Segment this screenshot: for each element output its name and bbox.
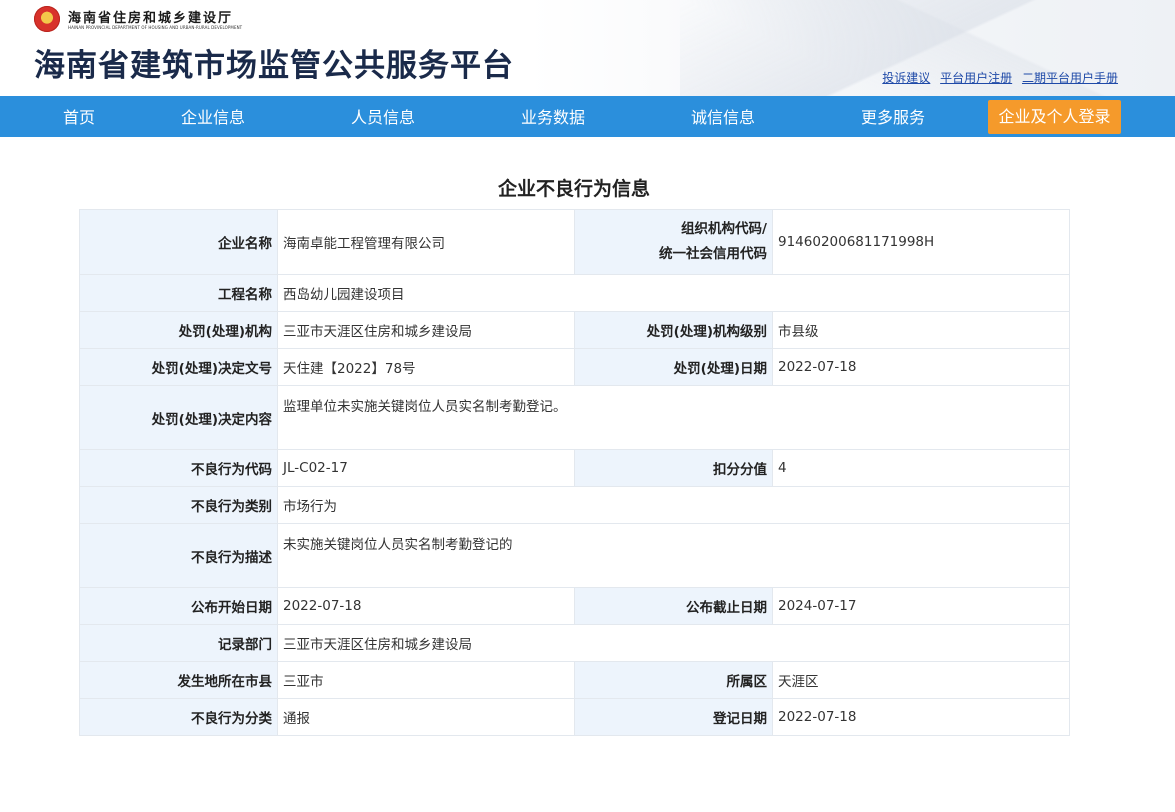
table-row: 发生地所在市县 三亚市 所属区 天涯区: [79, 661, 1070, 699]
field-label: 所属区: [574, 661, 773, 699]
table-row: 工程名称 西岛幼儿园建设项目: [79, 274, 1070, 312]
table-row: 不良行为代码 JL-C02-17 扣分分值 4: [79, 449, 1070, 487]
nav-item-more-services[interactable]: 更多服务: [852, 96, 934, 137]
decision-content-value: 监理单位未实施关键岗位人员实名制考勤登记。: [277, 385, 1070, 450]
table-row: 不良行为类别 市场行为: [79, 486, 1070, 524]
national-emblem-icon: [34, 6, 60, 32]
field-label: 不良行为分类: [79, 698, 278, 736]
register-link[interactable]: 平台用户注册: [940, 71, 1012, 85]
site-title: 海南省建筑市场监管公共服务平台: [34, 48, 514, 84]
manual-link[interactable]: 二期平台用户手册: [1022, 71, 1118, 85]
classification-value: 通报: [277, 698, 575, 736]
field-label: 不良行为类别: [79, 486, 278, 524]
city-value: 三亚市: [277, 661, 575, 699]
table-row: 处罚(处理)决定文号 天住建【2022】78号 处罚(处理)日期 2022-07…: [79, 348, 1070, 386]
field-label: 公布截止日期: [574, 587, 773, 625]
nav-item-enterprise[interactable]: 企业信息: [172, 96, 254, 137]
top-links: 投诉建议 平台用户注册 二期平台用户手册: [876, 69, 1118, 86]
field-label: 公布开始日期: [79, 587, 278, 625]
district-value: 天涯区: [772, 661, 1070, 699]
penalty-org-level-value: 市县级: [772, 311, 1070, 349]
nav-item-personnel[interactable]: 人员信息: [342, 96, 424, 137]
department-name-en: HAINAN PROVINCIAL DEPARTMENT OF HOUSING …: [68, 25, 243, 30]
table-row: 不良行为分类 通报 登记日期 2022-07-18: [79, 698, 1070, 736]
field-label: 处罚(处理)日期: [574, 348, 773, 386]
field-label: 登记日期: [574, 698, 773, 736]
publish-start-value: 2022-07-18: [277, 587, 575, 625]
table-row: 处罚(处理)机构 三亚市天涯区住房和城乡建设局 处罚(处理)机构级别 市县级: [79, 311, 1070, 349]
department-name: 海南省住房和城乡建设厅: [68, 11, 234, 26]
decision-no-value: 天住建【2022】78号: [277, 348, 575, 386]
nav-item-home[interactable]: 首页: [44, 96, 114, 137]
penalty-org-value: 三亚市天涯区住房和城乡建设局: [277, 311, 575, 349]
field-label: 处罚(处理)机构级别: [574, 311, 773, 349]
field-label: 不良行为描述: [79, 523, 278, 588]
login-button[interactable]: 企业及个人登录: [988, 100, 1121, 134]
field-label: 记录部门: [79, 624, 278, 662]
bad-behavior-info-table: 企业名称 海南卓能工程管理有限公司 组织机构代码/ 统一社会信用代码 91460…: [79, 209, 1070, 736]
penalty-date-value: 2022-07-18: [772, 348, 1070, 386]
nav-item-credit[interactable]: 诚信信息: [682, 96, 764, 137]
register-date-value: 2022-07-18: [772, 698, 1070, 736]
field-label: 不良行为代码: [79, 449, 278, 487]
table-row: 公布开始日期 2022-07-18 公布截止日期 2024-07-17: [79, 587, 1070, 625]
nav-item-business-data[interactable]: 业务数据: [512, 96, 594, 137]
org-code-value: 91460200681171998H: [772, 209, 1070, 275]
field-label: 工程名称: [79, 274, 278, 312]
table-row: 处罚(处理)决定内容 监理单位未实施关键岗位人员实名制考勤登记。: [79, 385, 1070, 450]
field-label: 扣分分值: [574, 449, 773, 487]
field-label: 处罚(处理)决定内容: [79, 385, 278, 450]
company-name-value: 海南卓能工程管理有限公司: [277, 209, 575, 275]
table-row: 不良行为描述 未实施关键岗位人员实名制考勤登记的: [79, 523, 1070, 588]
behavior-category-value: 市场行为: [277, 486, 1070, 524]
behavior-desc-value: 未实施关键岗位人员实名制考勤登记的: [277, 523, 1070, 588]
page-title: 企业不良行为信息: [497, 178, 650, 200]
field-label: 发生地所在市县: [79, 661, 278, 699]
field-label: 处罚(处理)决定文号: [79, 348, 278, 386]
project-name-value: 西岛幼儿园建设项目: [277, 274, 1070, 312]
publish-end-value: 2024-07-17: [772, 587, 1070, 625]
site-header: 海南省住房和城乡建设厅 HAINAN PROVINCIAL DEPARTMENT…: [0, 0, 1175, 96]
field-label: 企业名称: [79, 209, 278, 275]
record-dept-value: 三亚市天涯区住房和城乡建设局: [277, 624, 1070, 662]
behavior-code-value: JL-C02-17: [277, 449, 575, 487]
table-row: 企业名称 海南卓能工程管理有限公司 组织机构代码/ 统一社会信用代码 91460…: [79, 209, 1070, 275]
deduct-score-value: 4: [772, 449, 1070, 487]
field-label: 组织机构代码/ 统一社会信用代码: [574, 209, 773, 275]
table-row: 记录部门 三亚市天涯区住房和城乡建设局: [79, 624, 1070, 662]
org-code-label-line2: 统一社会信用代码: [659, 246, 767, 262]
field-label: 处罚(处理)机构: [79, 311, 278, 349]
complaint-link[interactable]: 投诉建议: [882, 71, 930, 85]
org-code-label-line1: 组织机构代码/: [681, 221, 767, 237]
